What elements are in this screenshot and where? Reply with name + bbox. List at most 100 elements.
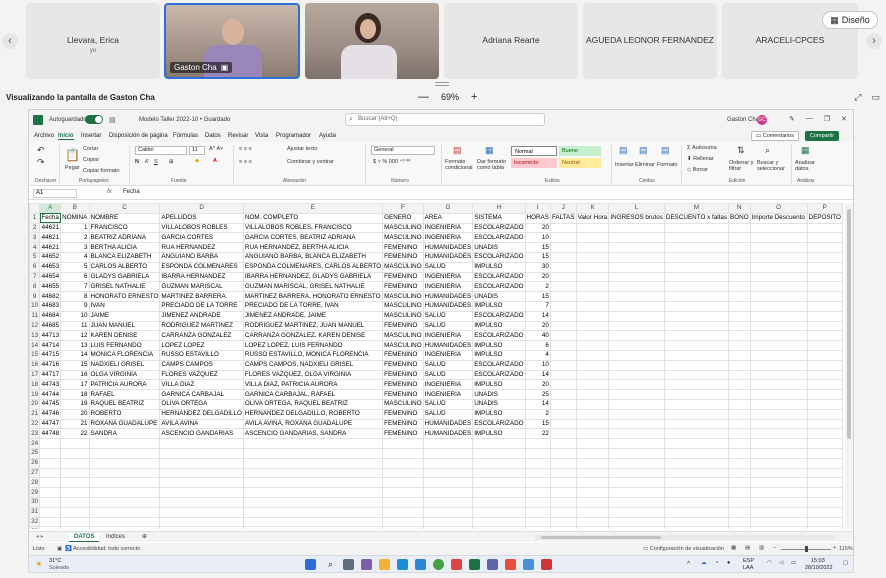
cell[interactable]: UNADIS — [472, 389, 526, 400]
number-format-select[interactable]: General — [371, 146, 435, 155]
cell[interactable] — [608, 477, 665, 489]
teams-icon[interactable] — [487, 559, 498, 570]
row-header[interactable]: 7 — [29, 271, 41, 283]
cell[interactable]: SANDRA — [88, 428, 161, 440]
cell[interactable]: 18 — [60, 389, 90, 400]
cell[interactable] — [575, 340, 610, 351]
cell[interactable] — [159, 467, 244, 479]
fullscreen-icon[interactable]: ▭ — [871, 92, 880, 103]
excel-taskbar-icon[interactable] — [469, 559, 480, 570]
cell[interactable]: ESCOLARIZADO — [472, 369, 526, 381]
cell[interactable] — [382, 506, 424, 518]
cell[interactable] — [663, 310, 730, 322]
cell[interactable] — [88, 447, 161, 459]
cell[interactable] — [728, 408, 751, 420]
cell[interactable]: 15 — [524, 251, 551, 263]
cell[interactable] — [39, 477, 62, 489]
cell[interactable] — [806, 438, 843, 449]
cell[interactable] — [608, 506, 665, 518]
cell[interactable] — [88, 506, 161, 518]
cell[interactable] — [549, 398, 577, 410]
cell[interactable]: FLORES VAZQUEZ, OLGA VIRGINIA — [242, 369, 384, 381]
cell[interactable] — [549, 526, 577, 529]
cell[interactable]: SALUD — [422, 320, 474, 332]
cell[interactable] — [728, 251, 751, 263]
cell[interactable]: SALUD — [422, 398, 474, 410]
cell[interactable] — [159, 447, 244, 459]
cell[interactable]: 15 — [60, 359, 90, 371]
cell[interactable] — [39, 506, 62, 518]
cell[interactable] — [749, 251, 808, 263]
row-header[interactable]: 30 — [29, 496, 41, 508]
cell[interactable]: 44748 — [39, 428, 62, 440]
cell[interactable] — [806, 310, 843, 322]
row-header[interactable]: 11 — [29, 310, 41, 322]
cell[interactable] — [549, 300, 577, 312]
cell[interactable] — [549, 506, 577, 518]
cell[interactable]: UNADIS — [472, 242, 526, 253]
app-icon-pdf[interactable] — [505, 559, 516, 570]
cell[interactable]: FEMENINO — [382, 320, 424, 332]
cell[interactable]: GENERO — [382, 212, 424, 224]
cell[interactable] — [608, 281, 665, 293]
cell[interactable] — [549, 447, 577, 459]
cell[interactable] — [242, 487, 384, 498]
share-button[interactable]: Compartir — [805, 131, 840, 141]
cell[interactable]: IVAN — [88, 300, 161, 312]
row-header[interactable]: 26 — [29, 457, 41, 469]
cell[interactable] — [806, 389, 843, 400]
cell[interactable]: SALUD — [422, 359, 474, 371]
cell[interactable] — [663, 271, 730, 283]
cell[interactable]: FEMENINO — [382, 418, 424, 430]
cell[interactable] — [608, 222, 665, 234]
cell[interactable] — [60, 506, 90, 518]
sort-filter-button[interactable]: Ordenar y filtrar — [729, 160, 755, 172]
cell[interactable] — [728, 271, 751, 283]
row-header[interactable]: 8 — [29, 281, 41, 293]
cell[interactable]: HERNANDEZ DELGADILLO, ROBERTO — [242, 408, 384, 420]
cell[interactable] — [806, 496, 843, 508]
analyze-data-icon[interactable]: ▦ — [801, 145, 810, 156]
column-header[interactable]: J — [549, 203, 577, 214]
row-header[interactable]: 27 — [29, 467, 41, 479]
tab-datos[interactable]: Datos — [205, 133, 221, 139]
cell[interactable] — [159, 487, 244, 498]
fill-button[interactable]: ⬇ Rellenar — [687, 156, 714, 162]
cell[interactable] — [728, 232, 751, 244]
cell[interactable]: ESPONDA COLMENARES, CARLOS ALBERTO — [242, 261, 384, 273]
weather-description[interactable]: Soleado — [49, 565, 69, 571]
add-sheet-icon[interactable]: ⊕ — [137, 533, 152, 542]
cell[interactable] — [575, 359, 610, 371]
cell[interactable] — [60, 467, 90, 479]
tab-disposicion[interactable]: Disposición de página — [109, 133, 168, 139]
tab-revisar[interactable]: Revisar — [228, 133, 248, 139]
select-all-corner[interactable] — [29, 203, 41, 214]
cell[interactable] — [159, 477, 244, 489]
cell[interactable]: MASCULINO — [382, 310, 424, 322]
format-cells-button[interactable]: Formato — [657, 162, 677, 168]
cell[interactable] — [728, 330, 751, 342]
borders-icon[interactable]: ⊞ — [169, 159, 174, 165]
cell[interactable] — [749, 418, 808, 430]
cell[interactable] — [575, 428, 610, 440]
cell[interactable] — [382, 526, 424, 529]
sheet-nav-icon[interactable]: ◂ ▸ — [31, 533, 49, 542]
cell[interactable] — [472, 516, 526, 528]
tab-ayuda[interactable]: Ayuda — [319, 133, 336, 139]
spreadsheet-table[interactable]: ABCDEFGHIJKLMNOP 1 Fecha NOMINA NOMBRE APELL… — [29, 203, 843, 529]
cell[interactable]: FRANCISCO — [88, 222, 161, 234]
paste-button[interactable]: Pegar — [65, 165, 80, 171]
cell[interactable] — [549, 349, 577, 361]
cell[interactable] — [88, 496, 161, 508]
cell[interactable] — [663, 349, 730, 361]
cell[interactable] — [575, 516, 610, 528]
cell[interactable] — [575, 408, 610, 420]
cell[interactable] — [549, 330, 577, 342]
cell[interactable] — [806, 447, 843, 459]
cell[interactable] — [728, 398, 751, 410]
cell[interactable]: INGENIERIA — [422, 232, 474, 244]
cell[interactable] — [749, 320, 808, 332]
microphone-icon[interactable]: ● — [727, 560, 730, 566]
cell[interactable] — [60, 516, 90, 528]
scroll-thumb[interactable] — [847, 209, 851, 439]
